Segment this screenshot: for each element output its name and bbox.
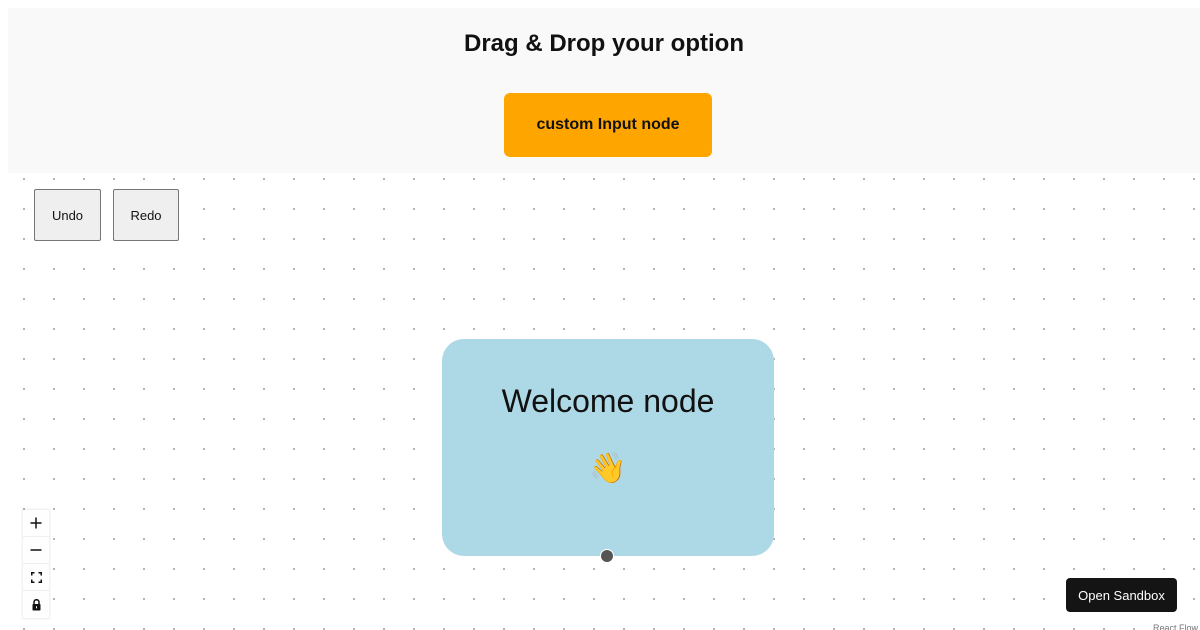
welcome-node-emoji: 👋 (589, 451, 627, 486)
redo-button[interactable]: Redo (113, 189, 179, 241)
lock-icon (32, 598, 40, 610)
fit-view-icon (30, 571, 42, 583)
welcome-node-source-handle[interactable] (600, 549, 614, 563)
flow-canvas[interactable]: Undo Redo Welcome node 👋 Open Sandbox Re… (0, 173, 1200, 630)
welcome-node-title: Welcome node (501, 383, 715, 419)
top-panel: Drag & Drop your option custom Input nod… (8, 8, 1200, 173)
page-title: Drag & Drop your option (464, 30, 744, 57)
react-flow-attribution[interactable]: React Flow (1150, 622, 1200, 630)
draggable-custom-input-node[interactable]: custom Input node (504, 93, 712, 157)
flow-controls (23, 510, 49, 618)
fit-view-button[interactable] (23, 564, 49, 591)
zoom-out-button[interactable] (23, 537, 49, 564)
zoom-in-icon (30, 517, 42, 529)
zoom-in-button[interactable] (23, 510, 49, 537)
open-sandbox-button[interactable]: Open Sandbox (1066, 578, 1177, 612)
page: Drag & Drop your option custom Input nod… (0, 0, 1200, 630)
undo-button[interactable]: Undo (34, 189, 101, 241)
toggle-interactivity-button[interactable] (23, 591, 49, 618)
zoom-out-icon (30, 549, 42, 551)
welcome-node[interactable]: Welcome node 👋 (442, 339, 774, 556)
